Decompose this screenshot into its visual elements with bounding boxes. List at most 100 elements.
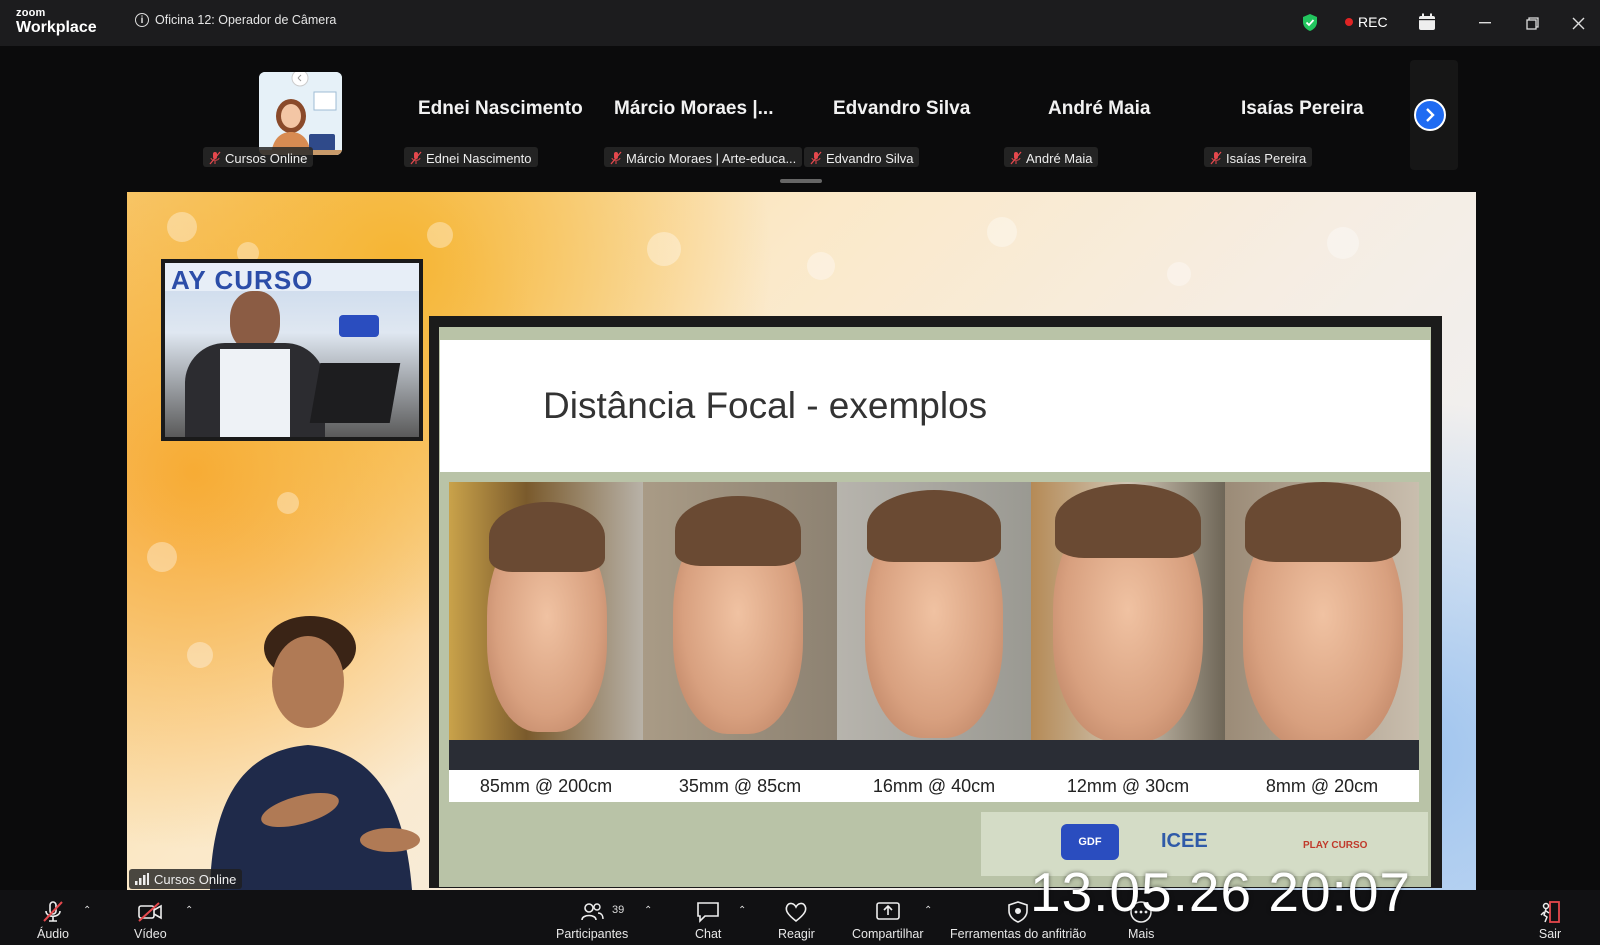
calendar-apps-icon[interactable]	[1418, 13, 1436, 31]
mic-muted-icon	[1210, 151, 1222, 165]
chat-label: Chat	[695, 927, 722, 941]
minimize-button[interactable]	[1475, 13, 1495, 33]
next-participants-button[interactable]	[1414, 99, 1446, 131]
presenter-tag-label: Cursos Online	[154, 871, 237, 887]
signal-strength-icon	[135, 873, 149, 885]
mic-muted-icon	[209, 151, 221, 165]
share-screen-icon	[875, 902, 900, 920]
logo-line2: Workplace	[16, 19, 97, 36]
title-bar: zoom Workplace i Oficina 12: Operador de…	[0, 0, 1600, 46]
react-label: Reagir	[778, 927, 815, 941]
icee-logo: ICEE	[1161, 830, 1208, 852]
react-button[interactable]: Reagir	[778, 900, 815, 941]
video-label: Vídeo	[134, 927, 167, 941]
participant-tile-name: Márcio Moraes |...	[614, 98, 774, 119]
share-label: Compartilhar	[852, 927, 924, 941]
participant-tag-label: Edvandro Silva	[826, 150, 914, 166]
photo-captions: 85mm @ 200cm 35mm @ 85cm 16mm @ 40cm 12m…	[449, 770, 1419, 802]
leave-icon	[1540, 901, 1560, 923]
mic-muted-icon	[410, 151, 422, 165]
photo-caption: 8mm @ 20cm	[1265, 776, 1379, 796]
restore-icon	[1525, 16, 1539, 30]
play-curso-logo: PLAY CURSO	[1303, 840, 1368, 851]
logo-line1: zoom	[16, 7, 46, 19]
close-icon	[1572, 17, 1584, 29]
host-tools-label: Ferramentas do anfitrião	[950, 927, 1087, 941]
mic-muted-icon	[810, 151, 822, 165]
slide-title: Distância Focal - exemplos	[543, 385, 988, 426]
meeting-title: Oficina 12: Operador de Câmera	[155, 13, 337, 27]
recording-indicator[interactable]: REC	[1345, 14, 1388, 30]
chat-button[interactable]: Chat	[695, 900, 721, 941]
participants-options-caret[interactable]: ⌃	[644, 905, 652, 916]
participant-tag-label: Ednei Nascimento	[426, 150, 532, 166]
presenter-video[interactable]: AY CURSO	[161, 259, 423, 441]
video-button[interactable]: Vídeo	[134, 900, 167, 941]
interpreter-figure	[210, 616, 420, 890]
chevron-right-icon	[1426, 108, 1435, 122]
close-button[interactable]	[1568, 13, 1588, 33]
participants-label: Participantes	[556, 927, 629, 941]
participant-tile-name: Edvandro Silva	[833, 98, 971, 119]
rec-dot-icon	[1345, 18, 1353, 26]
avatar-illustration	[259, 72, 342, 155]
photo-caption: 16mm @ 40cm	[872, 776, 996, 796]
more-label: Mais	[1128, 927, 1155, 941]
presenter-video-feed: AY CURSO	[165, 263, 419, 437]
mic-muted-icon	[1010, 151, 1022, 165]
video-options-caret[interactable]: ⌃	[185, 905, 193, 916]
info-icon[interactable]: i	[135, 13, 149, 27]
presenter-name-tag[interactable]: Cursos Online	[129, 869, 243, 889]
meeting-info[interactable]: i Oficina 12: Operador de Câmera	[135, 13, 336, 27]
participant-name-tag[interactable]: Cursos Online	[203, 147, 314, 167]
focal-length-photos	[449, 482, 1419, 770]
participants-count: 39	[612, 904, 625, 916]
pip-banner-text: AY CURSO	[171, 265, 314, 295]
participant-name-tag[interactable]: André Maia	[1004, 147, 1099, 167]
photo-caption: 35mm @ 85cm	[678, 776, 802, 796]
face-photo	[1225, 482, 1419, 770]
share-options-caret[interactable]: ⌃	[924, 905, 932, 916]
mic-muted-icon	[43, 901, 63, 922]
face-photo	[449, 482, 643, 770]
participant-name-tag[interactable]: Isaías Pereira	[1204, 147, 1313, 167]
leave-label: Sair	[1538, 927, 1562, 941]
participants-icon	[581, 903, 604, 921]
restore-button[interactable]	[1522, 13, 1542, 33]
timestamp-overlay: 13.05.26 20:07	[1030, 861, 1412, 923]
host-shield-icon	[1008, 901, 1028, 923]
chat-icon	[697, 902, 720, 923]
face-photo	[837, 482, 1031, 770]
video-off-icon	[138, 902, 163, 922]
participant-tile-name: Isaías Pereira	[1241, 98, 1364, 119]
participant-tag-label: André Maia	[1026, 150, 1093, 166]
participant-name-tag[interactable]: Márcio Moraes | Arte-educa...	[604, 147, 803, 167]
audio-label: Áudio	[37, 927, 69, 941]
participant-tile-name: André Maia	[1048, 98, 1151, 119]
participant-tag-label: Isaías Pereira	[1226, 150, 1307, 166]
share-screen-button[interactable]: Compartilhar	[852, 900, 924, 941]
leave-button[interactable]: Sair	[1537, 900, 1563, 941]
photo-caption: 85mm @ 200cm	[479, 776, 613, 796]
photo-caption: 12mm @ 30cm	[1066, 776, 1190, 796]
rec-label: REC	[1358, 14, 1388, 30]
chat-options-caret[interactable]: ⌃	[738, 905, 746, 916]
face-photo	[1031, 482, 1225, 770]
encryption-shield-icon[interactable]	[1302, 13, 1318, 32]
gdf-logo: GDF	[1061, 824, 1119, 860]
participant-tag-label: Márcio Moraes | Arte-educa...	[626, 150, 797, 166]
interpreter-video	[190, 600, 430, 890]
participant-tile-name: Ednei Nascimento	[418, 98, 583, 119]
strip-scroll-indicator[interactable]	[780, 179, 822, 183]
minimize-icon	[1479, 22, 1491, 24]
participant-tag-label: Cursos Online	[225, 150, 308, 166]
audio-button[interactable]: Áudio	[37, 900, 69, 941]
mic-muted-icon	[610, 151, 622, 165]
audio-options-caret[interactable]: ⌃	[83, 905, 91, 916]
face-photo	[643, 482, 837, 770]
participant-name-tag[interactable]: Ednei Nascimento	[404, 147, 538, 167]
participant-name-tag[interactable]: Edvandro Silva	[804, 147, 920, 167]
participant-avatar[interactable]	[259, 72, 342, 155]
zoom-logo: zoom Workplace	[16, 8, 97, 36]
heart-icon	[785, 902, 807, 923]
